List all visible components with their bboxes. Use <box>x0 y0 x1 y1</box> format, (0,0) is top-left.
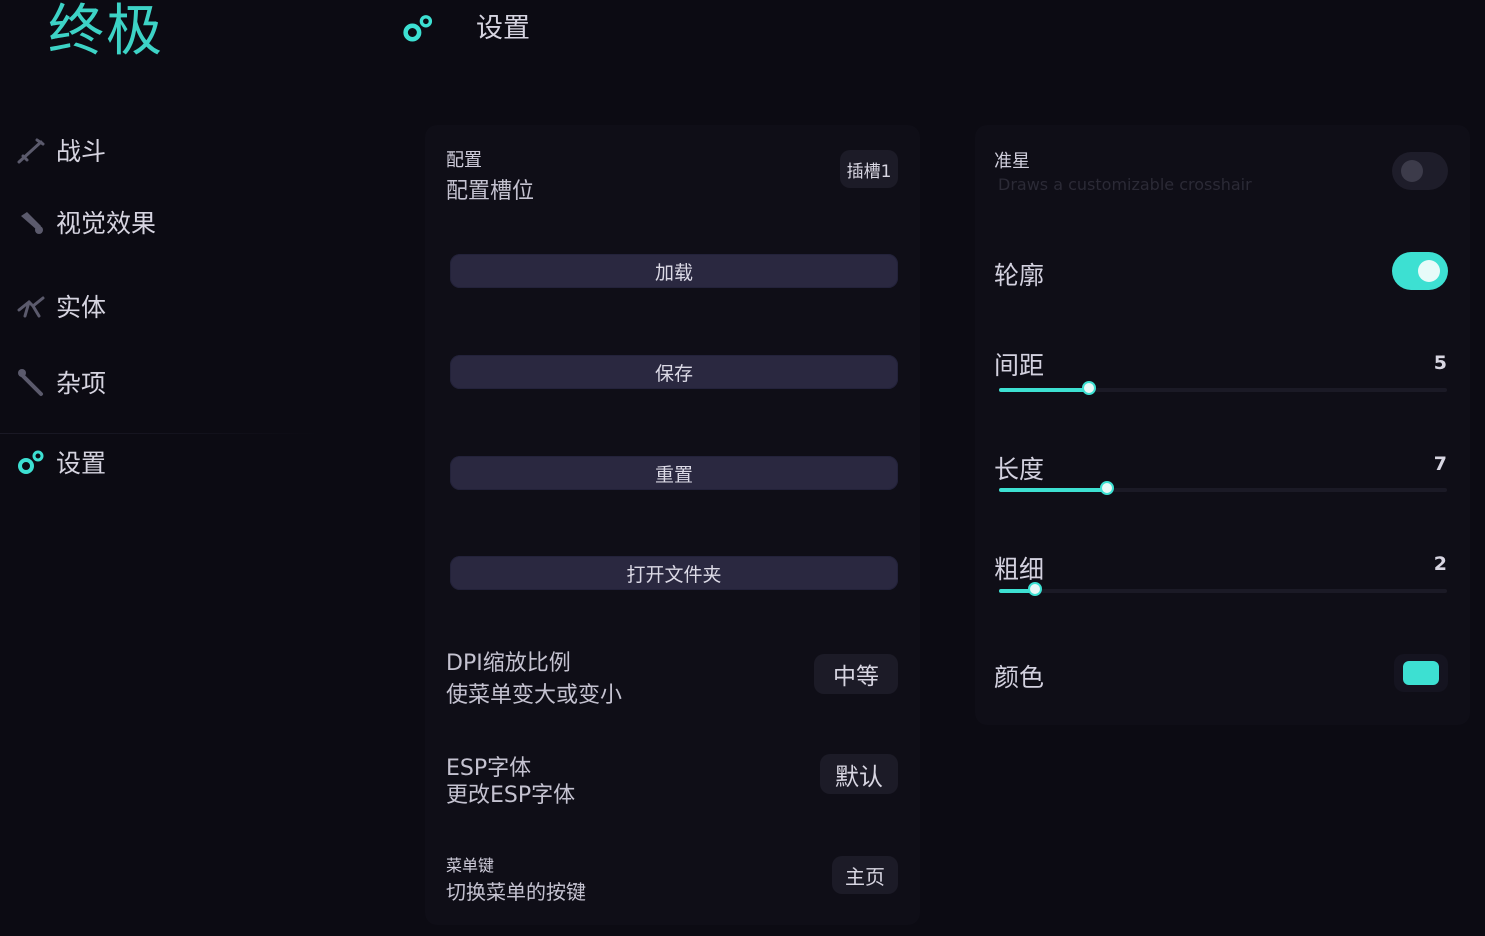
gears-icon <box>14 445 48 479</box>
gap-slider[interactable] <box>999 381 1447 395</box>
sidebar-item-visuals[interactable]: 视觉效果 <box>14 202 156 242</box>
crosshair-title: 准星 <box>994 151 1030 172</box>
outline-toggle[interactable] <box>1392 252 1448 290</box>
crosshair-panel <box>975 125 1470 725</box>
sidebar-item-label: 实体 <box>56 293 107 322</box>
crosshair-toggle[interactable] <box>1392 152 1448 190</box>
length-value: 7 <box>1433 453 1447 475</box>
color-label: 颜色 <box>994 663 1045 692</box>
menu-key-title: 菜单键 <box>446 856 495 875</box>
sidebar-item-label: 杂项 <box>56 369 107 398</box>
eye-icon <box>14 205 48 239</box>
sidebar-item-combat[interactable]: 战斗 <box>14 130 106 170</box>
slider-thumb[interactable] <box>1028 582 1042 596</box>
wrench-icon <box>14 365 48 399</box>
load-button[interactable]: 加载 <box>450 254 898 288</box>
sidebar-item-label: 设置 <box>56 449 107 478</box>
menu-key-button[interactable]: 主页 <box>832 856 898 894</box>
thickness-slider[interactable] <box>999 582 1447 596</box>
gap-value: 5 <box>1433 352 1447 374</box>
sidebar-item-misc[interactable]: 杂项 <box>14 362 106 402</box>
slider-thumb[interactable] <box>1100 481 1114 495</box>
page-title: 设置 <box>476 13 530 44</box>
dpi-subtitle: 使菜单变大或变小 <box>446 683 623 708</box>
creature-icon <box>14 289 48 323</box>
outline-label: 轮廓 <box>994 261 1045 290</box>
sidebar-item-label: 视觉效果 <box>56 209 157 238</box>
slider-fill <box>999 388 1089 392</box>
sidebar-divider <box>0 433 320 434</box>
open-folder-button[interactable]: 打开文件夹 <box>450 556 898 590</box>
length-label: 长度 <box>994 455 1045 484</box>
save-button[interactable]: 保存 <box>450 355 898 389</box>
reset-button[interactable]: 重置 <box>450 456 898 490</box>
app-logo: 终极 <box>48 0 164 64</box>
slider-fill <box>999 488 1107 492</box>
color-swatch[interactable] <box>1403 661 1439 685</box>
config-slot-dropdown[interactable]: 插槽1 <box>840 150 898 188</box>
thickness-value: 2 <box>1433 553 1447 575</box>
toggle-knob <box>1418 260 1440 282</box>
crosshair-description: Draws a customizable crosshair <box>998 175 1252 194</box>
esp-font-subtitle: 更改ESP字体 <box>446 783 576 808</box>
config-slot-label: 配置槽位 <box>446 179 535 204</box>
gap-label: 间距 <box>994 351 1045 380</box>
menu-key-subtitle: 切换菜单的按键 <box>446 880 586 904</box>
toggle-knob <box>1401 160 1423 182</box>
length-slider[interactable] <box>999 481 1447 495</box>
sidebar-item-label: 战斗 <box>56 137 107 166</box>
dpi-title: DPI缩放比例 <box>446 651 571 676</box>
sidebar-item-entities[interactable]: 实体 <box>14 286 106 326</box>
sidebar-item-settings[interactable]: 设置 <box>14 442 106 482</box>
thickness-label: 粗细 <box>994 555 1045 584</box>
dpi-dropdown[interactable]: 中等 <box>814 654 898 694</box>
config-title: 配置 <box>446 150 482 171</box>
sword-icon <box>14 133 48 167</box>
esp-font-dropdown[interactable]: 默认 <box>820 754 898 794</box>
gears-icon <box>400 10 436 50</box>
slider-thumb[interactable] <box>1082 381 1096 395</box>
